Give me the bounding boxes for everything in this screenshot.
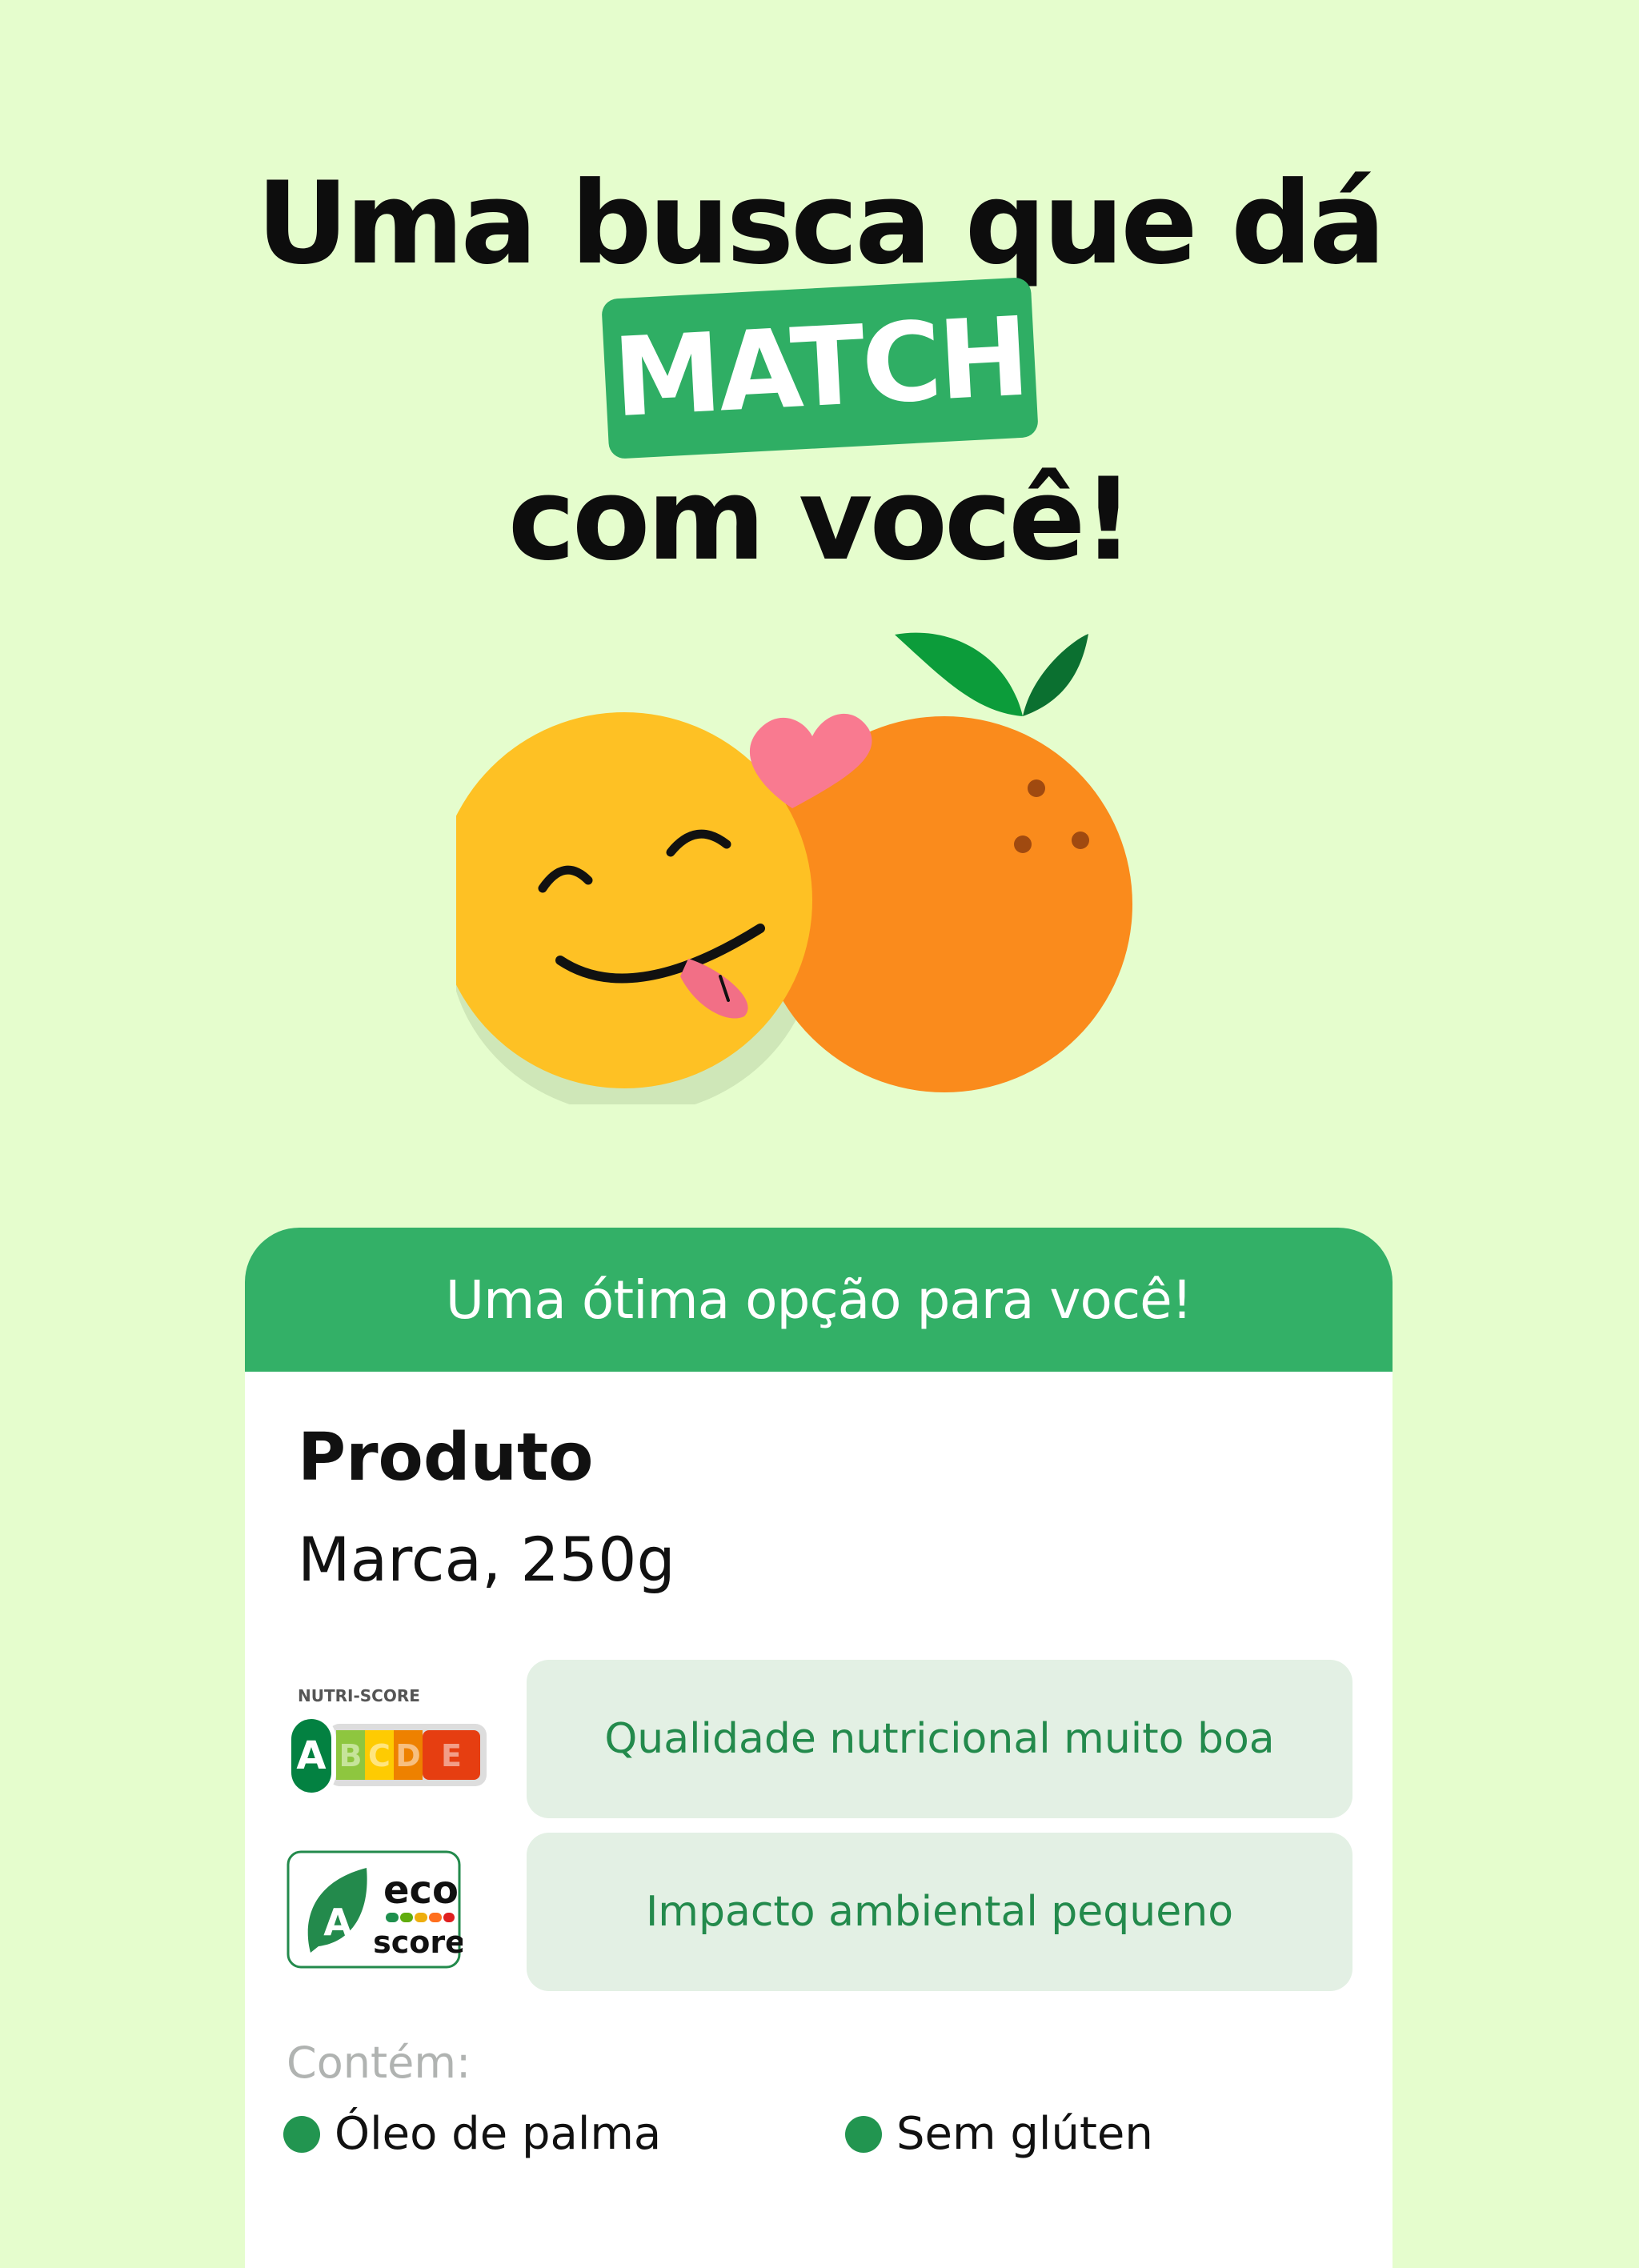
- match-badge-label: MATCH: [601, 277, 1039, 459]
- eco-word: eco: [383, 1868, 459, 1913]
- product-brand: Marca, 250g: [298, 1524, 675, 1595]
- leaf-icon: [895, 632, 1023, 716]
- nutri-grade-a: A: [296, 1733, 326, 1778]
- green-dot-icon: [845, 2115, 882, 2153]
- product-name: Produto: [298, 1420, 594, 1496]
- nutri-score-badge: NUTRI-SCORE B C D E A: [287, 1686, 487, 1797]
- nutri-grade-b: B: [339, 1738, 363, 1773]
- eco-score-row: A eco score Impacto ambiental pequeno: [287, 1833, 1359, 1991]
- list-item: Óleo de palma: [283, 2108, 661, 2160]
- nutri-score-pill: Qualidade nutricional muito boa: [527, 1660, 1352, 1818]
- contains-item-label: Sem glúten: [896, 2108, 1153, 2160]
- contains-label: Contém:: [287, 2038, 471, 2088]
- nutri-score-title: NUTRI-SCORE: [298, 1686, 420, 1705]
- list-item: Sem glúten: [845, 2108, 1153, 2160]
- nutri-score-row: NUTRI-SCORE B C D E A Qualidade nutricio…: [287, 1660, 1359, 1818]
- match-badge: MATCH: [601, 277, 1039, 459]
- score-word: score: [373, 1925, 463, 1960]
- nutri-grade-d: D: [395, 1738, 421, 1773]
- leaf-icon: [1023, 634, 1088, 716]
- product-card[interactable]: Uma ótima opção para você! Produto Marca…: [245, 1228, 1393, 2268]
- nutri-grade-c: C: [368, 1738, 391, 1773]
- contains-item-label: Óleo de palma: [335, 2108, 662, 2160]
- green-dot-icon: [283, 2115, 320, 2153]
- headline-line-1: Uma busca que dá: [256, 158, 1385, 290]
- eco-score-pill: Impacto ambiental pequeno: [527, 1833, 1352, 1991]
- nutri-grade-e: E: [441, 1738, 462, 1773]
- card-banner: Uma ótima opção para você!: [245, 1228, 1393, 1372]
- eco-score-badge: A eco score: [287, 1850, 463, 1969]
- emoji-orange-illustration: [456, 632, 1132, 1104]
- headline-line-3: com você!: [507, 454, 1135, 586]
- orange-icon: [756, 632, 1132, 1092]
- eco-grade: A: [323, 1901, 352, 1944]
